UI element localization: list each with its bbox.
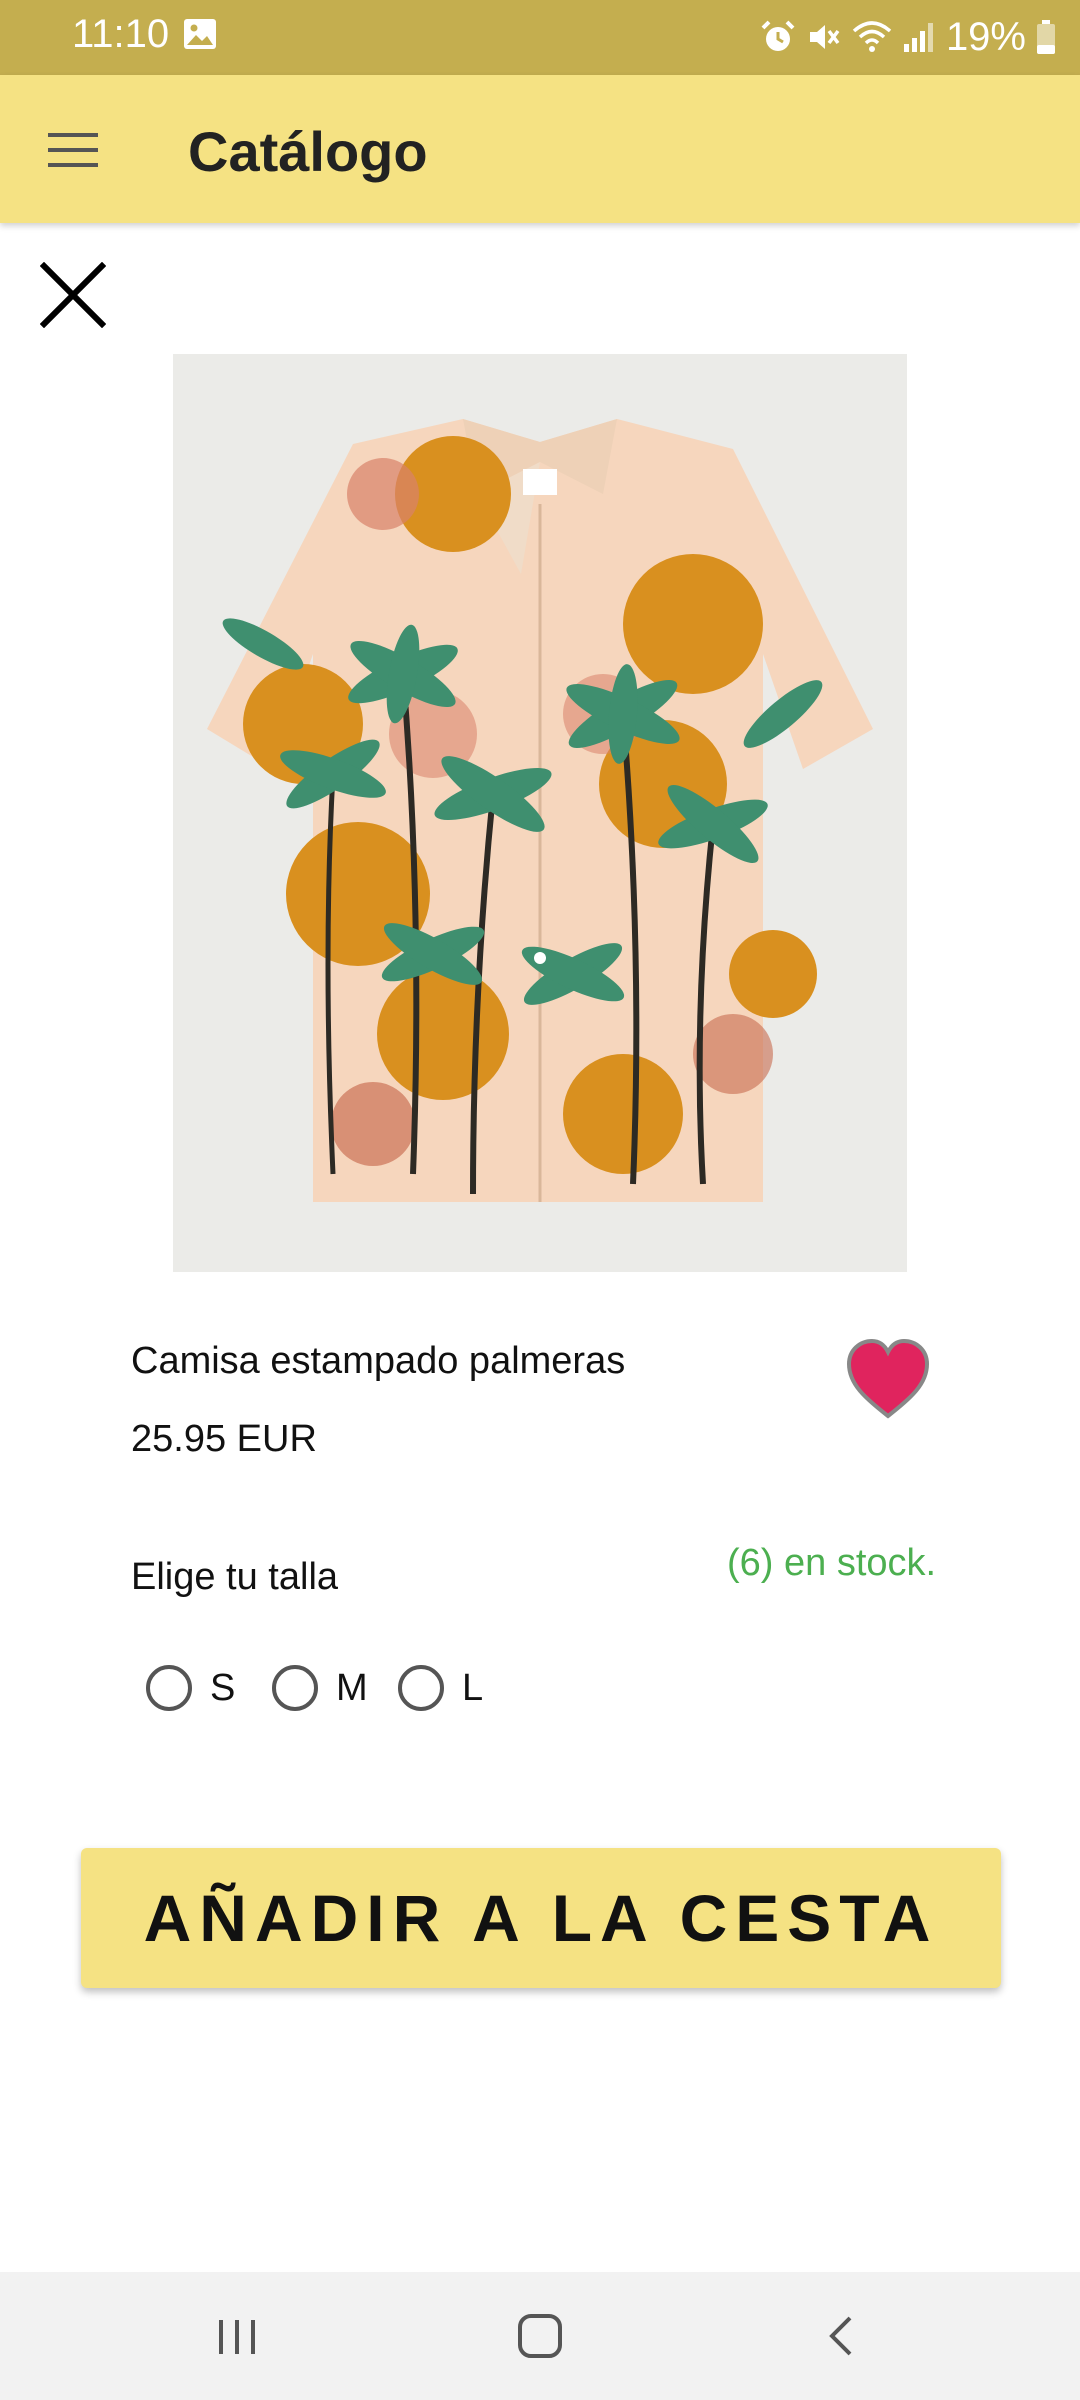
app-bar: Catálogo [0, 75, 1080, 223]
size-option-label: S [210, 1666, 236, 1709]
product-name: Camisa estampado palmeras [131, 1340, 626, 1382]
recent-apps-icon[interactable] [207, 2306, 267, 2366]
signal-icon [903, 23, 933, 52]
status-icons: 19% [760, 12, 1056, 62]
hamburger-menu-icon[interactable] [48, 131, 98, 169]
battery-percent: 19% [945, 14, 1026, 59]
page-title: Catálogo [188, 120, 428, 183]
home-icon[interactable] [510, 2306, 570, 2366]
radio-button-s[interactable] [146, 1665, 192, 1711]
radio-button-l[interactable] [398, 1665, 444, 1711]
wifi-icon [852, 21, 892, 52]
add-to-cart-button[interactable]: AÑADIR A LA CESTA [81, 1848, 1001, 1988]
shirt-image [173, 354, 907, 1272]
status-time: 11:10 [72, 12, 170, 56]
mute-icon [809, 25, 840, 49]
system-nav-bar [0, 2272, 1080, 2400]
stock-status: (6) en stock. [727, 1542, 937, 1584]
radio-button-m[interactable] [272, 1665, 318, 1711]
close-icon[interactable] [40, 262, 106, 328]
battery-icon [1037, 20, 1055, 54]
back-icon[interactable] [812, 2306, 872, 2366]
product-price: 25.95 EUR [131, 1418, 317, 1460]
alarm-icon [761, 20, 795, 51]
size-option-l[interactable]: L [398, 1660, 483, 1716]
image-icon [184, 19, 216, 49]
size-option-label: L [462, 1666, 484, 1709]
size-option-s[interactable]: S [146, 1660, 235, 1716]
size-label: Elige tu talla [131, 1556, 339, 1598]
heart-icon[interactable] [845, 1338, 931, 1420]
size-option-m[interactable]: M [272, 1660, 368, 1716]
size-option-label: M [336, 1666, 368, 1709]
status-bar: 11:10 19% [0, 0, 1080, 75]
